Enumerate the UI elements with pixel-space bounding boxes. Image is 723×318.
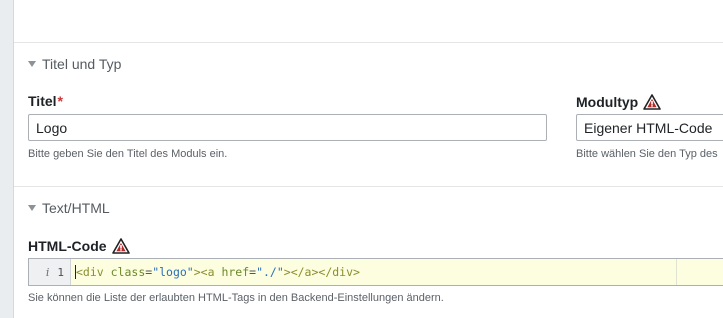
section-title: Titel und Typ: [42, 56, 122, 72]
code-token-attr: class: [103, 265, 146, 279]
collapse-triangle-icon: [28, 61, 36, 67]
code-token-eq: =: [249, 265, 257, 279]
title-input[interactable]: Logo: [28, 114, 547, 141]
code-token-eq: =: [145, 265, 153, 279]
code-line[interactable]: <div class = "logo" ><a href = "./" ></a></div…: [71, 259, 360, 285]
title-input-value: Logo: [36, 119, 68, 136]
title-label: Titel *: [28, 92, 63, 110]
code-token-tag: <div: [76, 265, 104, 279]
module-type-label-text: Modultyp: [576, 94, 639, 110]
html-code-help: Sie können die Liste der erlaubten HTML-…: [28, 292, 444, 304]
required-mark: *: [57, 93, 63, 109]
warning-icon: [643, 94, 662, 110]
section-title: Text/HTML: [42, 200, 110, 216]
module-type-label: Modultyp: [576, 93, 662, 111]
code-token-attr: href: [214, 265, 250, 279]
title-label-text: Titel: [28, 93, 57, 109]
code-token-string: "logo": [152, 265, 194, 279]
module-type-select[interactable]: Eigener HTML-Code: [576, 114, 723, 141]
module-type-value: Eigener HTML-Code: [584, 119, 713, 136]
code-token-string: "./": [256, 265, 284, 279]
line-number: 1: [57, 265, 64, 279]
top-bar: [14, 0, 723, 43]
code-gutter: i 1: [29, 259, 71, 285]
module-edit-panel: Titel und Typ Titel * Logo Bitte geben Si…: [13, 0, 723, 318]
info-icon[interactable]: i: [46, 266, 50, 279]
title-help: Bitte geben Sie den Titel des Moduls ein…: [28, 148, 228, 160]
collapse-triangle-icon: [28, 205, 36, 211]
section-divider: [14, 186, 723, 187]
code-editor-separator: [676, 259, 677, 285]
section-toggle-text-html[interactable]: Text/HTML: [28, 199, 110, 217]
code-token-tag: ><a: [193, 265, 215, 279]
section-toggle-title-type[interactable]: Titel und Typ: [28, 55, 121, 73]
html-code-editor[interactable]: i 1 <div class = "logo" ><a href = "./" ></a><…: [28, 258, 723, 286]
warning-icon: [111, 238, 130, 254]
code-token-tag: ></a></div>: [283, 265, 360, 279]
module-type-help: Bitte wählen Sie den Typ des: [576, 148, 718, 160]
html-code-label: HTML-Code: [28, 237, 130, 255]
html-code-label-text: HTML-Code: [28, 238, 107, 254]
